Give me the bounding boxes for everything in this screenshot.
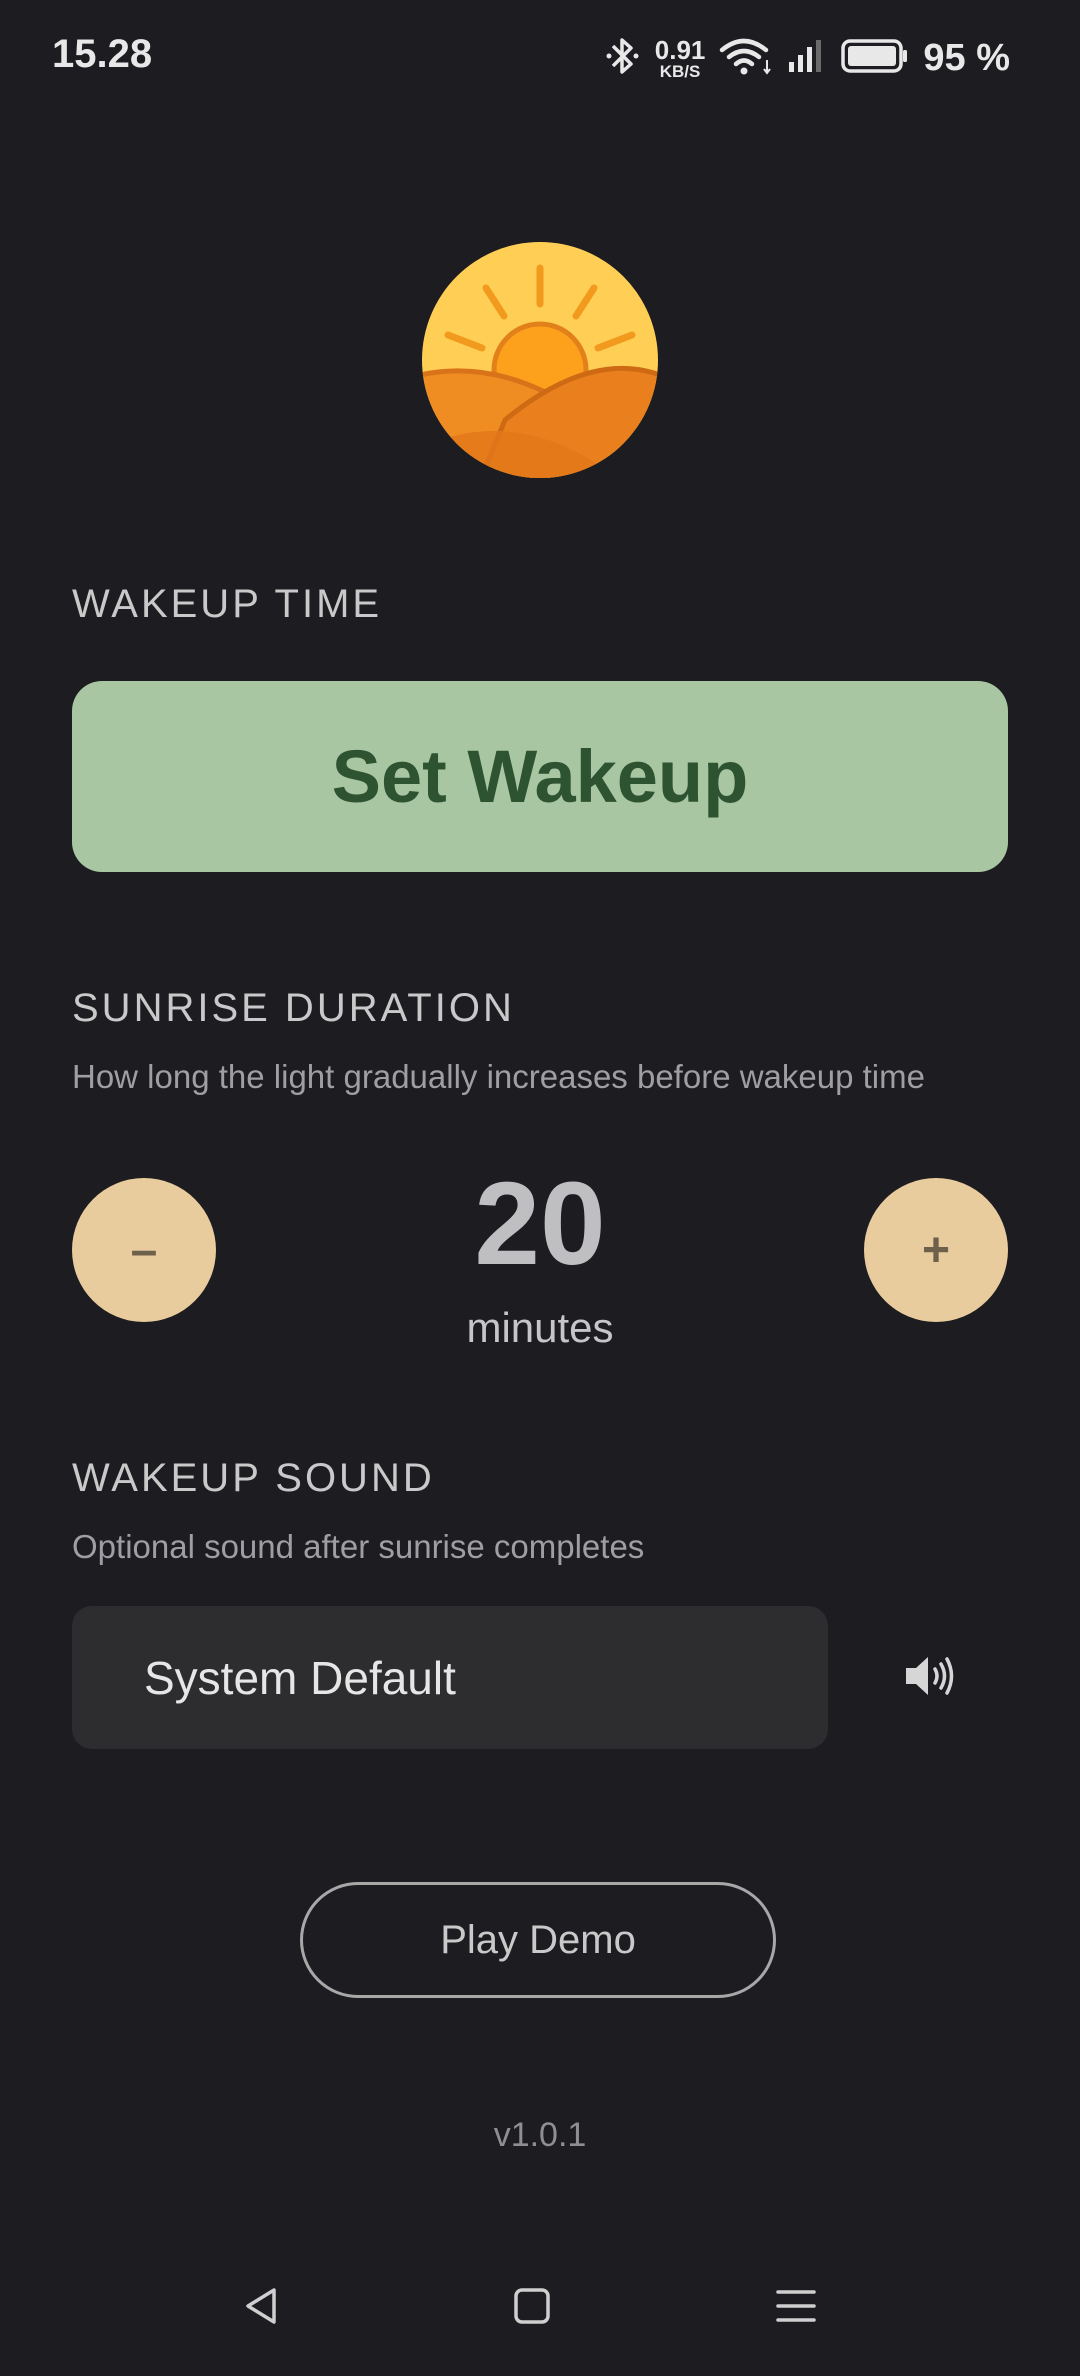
status-icons: 0.91 KB/S 95 %: [605, 30, 1010, 86]
app-screen: 15.28 0.91 KB/S 95 % WAKEUP TIME Set Wak…: [0, 0, 1080, 2376]
sunrise-logo-icon: [420, 240, 660, 480]
battery-percent: 95 %: [923, 36, 1010, 79]
increase-duration-button[interactable]: +: [864, 1178, 1008, 1322]
wakeup-sound-label: WAKEUP SOUND: [72, 1456, 435, 1500]
signal-icon: [787, 36, 827, 81]
net-speed-unit: KB/S: [659, 61, 701, 81]
decrease-duration-button[interactable]: –: [72, 1178, 216, 1322]
sound-preview-button[interactable]: [890, 1645, 970, 1711]
home-icon: [512, 2286, 552, 2331]
back-icon: [240, 2284, 284, 2333]
sunrise-duration-description: How long the light gradually increases b…: [72, 1058, 925, 1095]
wakeup-sound-value: System Default: [144, 1651, 456, 1704]
system-nav-bar: [0, 2260, 1080, 2360]
network-speed: 0.91 KB/S: [655, 37, 706, 80]
status-bar: 15.28 0.91 KB/S 95 %: [0, 0, 1080, 120]
sunrise-duration-label: SUNRISE DURATION: [72, 986, 515, 1030]
nav-back-button[interactable]: [232, 2278, 292, 2338]
battery-icon: [841, 38, 909, 79]
nav-menu-button[interactable]: [766, 2278, 826, 2338]
duration-unit: minutes: [466, 1304, 614, 1351]
speaker-icon: [902, 1648, 958, 1709]
set-wakeup-button[interactable]: Set Wakeup: [72, 681, 1008, 872]
app-version: v1.0.1: [493, 2116, 587, 2154]
plus-icon: +: [921, 1223, 951, 1277]
wakeup-sound-description: Optional sound after sunrise completes: [72, 1528, 645, 1565]
minus-icon: –: [130, 1223, 158, 1277]
play-demo-button[interactable]: Play Demo: [300, 1882, 776, 1998]
duration-value: 20: [474, 1158, 606, 1290]
wifi-icon: [719, 36, 773, 81]
menu-icon: [774, 2284, 818, 2333]
status-time: 15.28: [52, 32, 153, 76]
wakeup-sound-select[interactable]: System Default: [72, 1606, 828, 1749]
nav-home-button[interactable]: [502, 2278, 562, 2338]
wakeup-time-label: WAKEUP TIME: [72, 582, 383, 626]
bluetooth-icon: [605, 36, 641, 81]
net-speed-value: 0.91: [654, 34, 706, 65]
